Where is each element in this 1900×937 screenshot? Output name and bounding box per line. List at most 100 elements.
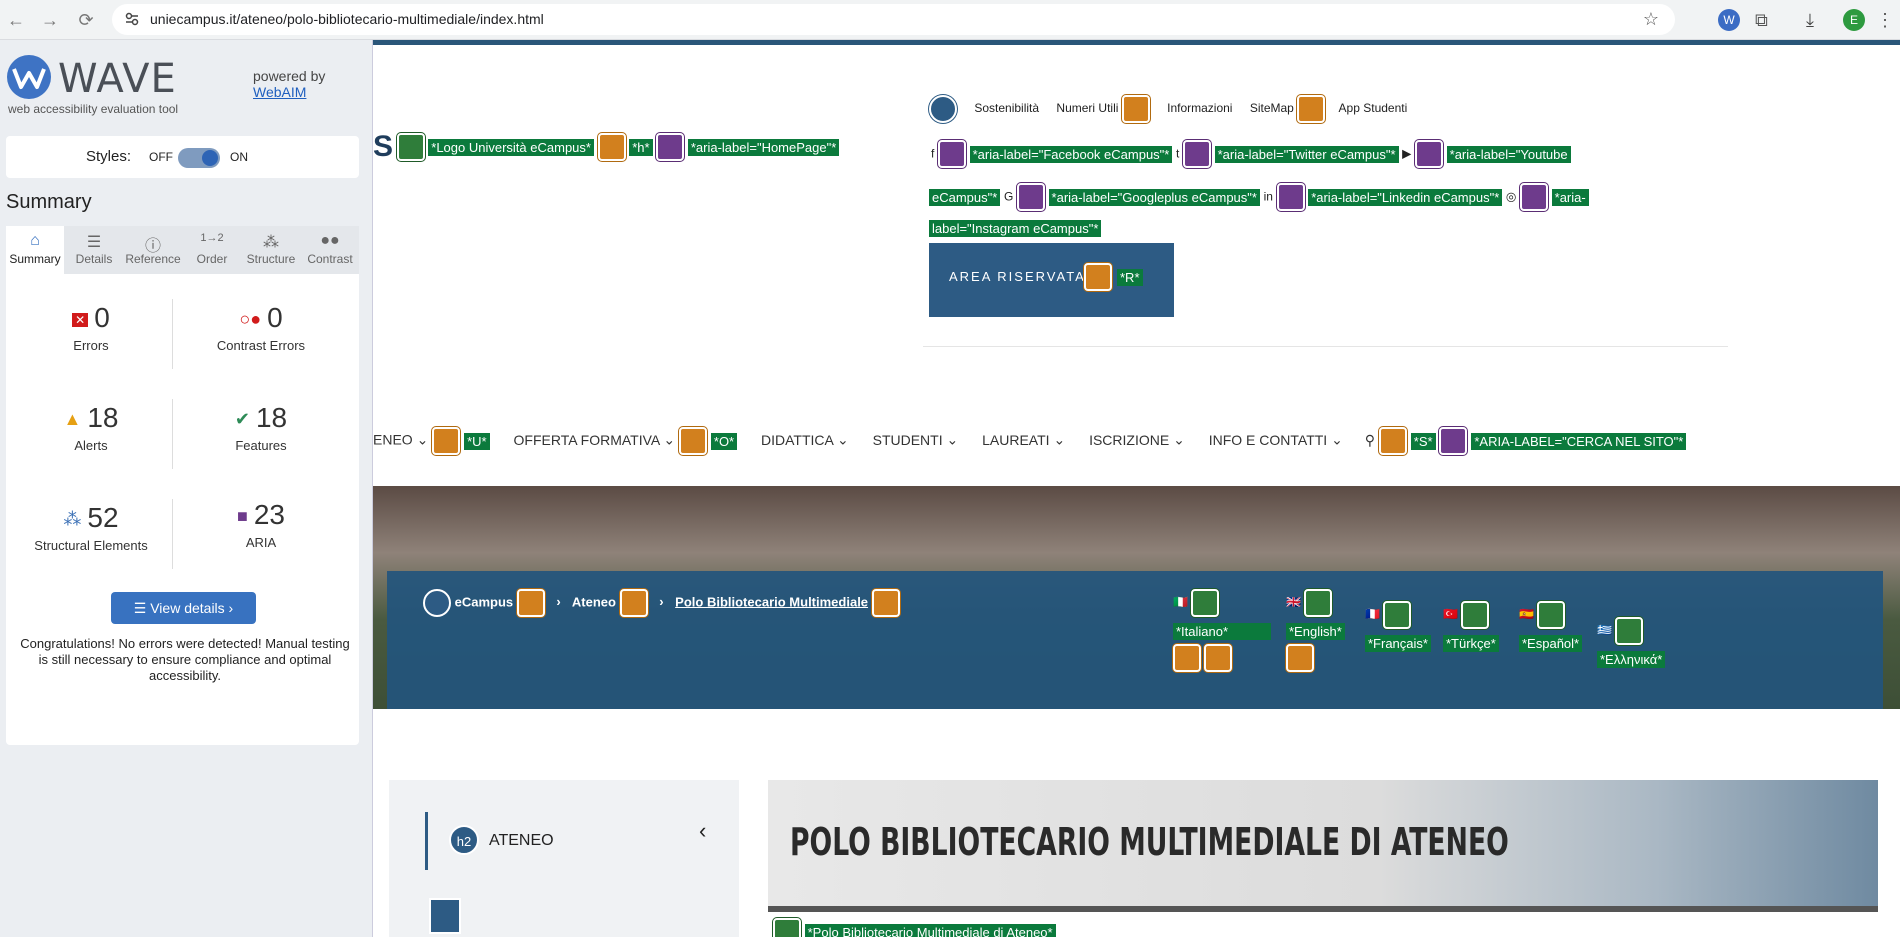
menu-studenti[interactable]: STUDENTI — [873, 432, 943, 448]
util-link-sostenibilita[interactable]: Sostenibilità — [974, 101, 1039, 115]
wave-image-icon[interactable] — [1537, 601, 1566, 629]
wave-alert-icon[interactable] — [1084, 263, 1112, 291]
area-tag: *R* — [1117, 269, 1143, 286]
menu-ateneo[interactable]: ENEO — [373, 432, 413, 448]
contrast-errors-stat[interactable]: ○● 0 Contrast Errors — [176, 302, 346, 353]
powered-by: powered by WebAIM — [253, 68, 325, 100]
wave-aria-icon[interactable] — [1439, 427, 1468, 455]
menu-laureati[interactable]: LAUREATI — [982, 432, 1049, 448]
instagram-icon[interactable]: ◎ — [1506, 189, 1516, 203]
wave-list-icon[interactable] — [423, 589, 451, 617]
wave-alert-icon[interactable] — [1297, 95, 1326, 123]
lang-italiano[interactable]: 🇮🇹 *Italiano* — [1173, 589, 1271, 672]
menu-offerta[interactable]: OFFERTA FORMATIVA — [514, 432, 660, 448]
view-details-button[interactable]: ☰ View details › — [111, 592, 256, 624]
wave-h2-icon[interactable]: h2 — [449, 825, 479, 855]
reload-icon[interactable]: ⟳ — [72, 6, 100, 34]
menu-kebab-icon[interactable]: ⋮ — [1876, 9, 1898, 31]
webaim-link[interactable]: WebAIM — [253, 84, 306, 100]
site-settings-icon[interactable] — [125, 12, 139, 26]
address-bar[interactable]: uniecampus.it/ateneo/polo-bibliotecario-… — [112, 4, 1675, 35]
breadcrumb-current[interactable]: Polo Bibliotecario Multimediale — [675, 594, 868, 609]
util-link-informazioni[interactable]: Informazioni — [1167, 101, 1232, 115]
extensions-puzzle-icon[interactable]: ⧉ — [1755, 9, 1777, 31]
googleplus-icon[interactable]: G — [1004, 189, 1013, 203]
youtube-icon[interactable]: ▶ — [1402, 146, 1411, 160]
menu-didattica[interactable]: DIDATTICA — [761, 432, 833, 448]
lang-greek[interactable]: 🇬🇷 *Ελληνικά* — [1597, 617, 1666, 668]
wave-list-icon[interactable] — [929, 95, 957, 123]
wave-alert-icon[interactable] — [1173, 644, 1201, 672]
wave-image-icon[interactable] — [1191, 589, 1220, 617]
lang-english[interactable]: 🇬🇧 *English* — [1286, 589, 1345, 672]
area-riservata-button[interactable]: AREA RISERVATA *R* — [929, 243, 1174, 317]
lang-espanol[interactable]: 🇪🇸 *Español* — [1519, 601, 1583, 652]
logo-letter[interactable]: S — [373, 130, 393, 163]
bookmark-star-icon[interactable]: ☆ — [1643, 9, 1659, 30]
wave-image-icon[interactable] — [1304, 589, 1333, 617]
wave-image-icon[interactable] — [1615, 617, 1644, 645]
lang-turkce[interactable]: 🇹🇷 *Türkçe* — [1443, 601, 1499, 652]
wave-alert-icon[interactable] — [679, 427, 707, 455]
wave-aria-icon[interactable] — [1520, 183, 1549, 211]
collapse-chevron-icon[interactable]: ‹ — [699, 818, 706, 844]
breadcrumb-ecampus[interactable]: eCampus — [455, 594, 514, 609]
errors-stat[interactable]: ✕ 0 Errors — [6, 302, 176, 353]
wave-aria-icon[interactable] — [1182, 140, 1211, 168]
tab-reference[interactable]: ⓘ Reference — [124, 226, 182, 274]
tab-structure[interactable]: ⁂ Structure — [242, 226, 300, 274]
styles-toggle[interactable] — [178, 148, 220, 168]
aria-count: 23 — [253, 499, 286, 530]
wave-extension-icon[interactable]: W — [1718, 9, 1740, 31]
wave-alert-icon[interactable] — [1378, 427, 1407, 455]
tab-details[interactable]: ☰ Details — [65, 226, 123, 274]
util-link-sitemap[interactable]: SiteMap — [1250, 101, 1294, 115]
structural-stat[interactable]: ⁂ 52 Structural Elements — [6, 502, 176, 553]
util-link-app[interactable]: App Studenti — [1339, 101, 1408, 115]
search-icon[interactable]: ⚲ — [1365, 432, 1375, 448]
wave-aria-icon[interactable] — [937, 140, 966, 168]
breadcrumb-ateneo[interactable]: Ateneo — [572, 594, 616, 609]
menu-info[interactable]: INFO E CONTATTI — [1209, 432, 1327, 448]
util-link-numeri[interactable]: Numeri Utili — [1056, 101, 1118, 115]
tab-order[interactable]: 1→2 Order — [183, 226, 241, 274]
features-stat[interactable]: ✔ 18 Features — [176, 402, 346, 453]
page-banner: POLO BIBLIOTECARIO MULTIMEDIALE DI ATENE… — [768, 780, 1878, 912]
menu-iscrizione[interactable]: ISCRIZIONE — [1089, 432, 1169, 448]
facebook-icon[interactable]: f — [931, 146, 934, 160]
wave-list-element-icon[interactable] — [429, 898, 461, 934]
wave-aria-icon[interactable] — [1276, 183, 1305, 211]
wave-link-icon[interactable] — [396, 133, 425, 161]
wave-alert-icon[interactable] — [516, 589, 545, 617]
tab-contrast[interactable]: ●● Contrast — [301, 226, 359, 274]
banner-alt-row: *Polo Bibliotecario Multimediale di Aten… — [773, 918, 1056, 937]
list-icon: ☰ — [133, 600, 151, 616]
back-icon[interactable]: ← — [2, 6, 30, 34]
wave-alert-icon[interactable] — [1121, 95, 1150, 123]
profile-avatar[interactable]: E — [1843, 9, 1865, 31]
wave-alert-icon[interactable] — [619, 589, 648, 617]
wave-alert-icon[interactable] — [432, 427, 461, 455]
wave-alert-icon[interactable] — [1286, 644, 1314, 672]
banner-alt-tag: *Polo Bibliotecario Multimediale di Aten… — [804, 923, 1056, 937]
alerts-stat[interactable]: ▲ 18 Alerts — [6, 402, 176, 453]
wave-image-icon[interactable] — [773, 918, 801, 937]
wave-aria-icon[interactable] — [1016, 183, 1045, 211]
download-icon[interactable]: ⤓ — [1806, 9, 1828, 31]
tab-summary[interactable]: ⌂ Summary — [6, 226, 64, 274]
wave-aria-icon[interactable] — [1415, 140, 1444, 168]
forward-icon[interactable]: → — [36, 6, 64, 34]
wave-alert-icon[interactable] — [871, 589, 900, 617]
spain-flag-icon: 🇪🇸 — [1519, 607, 1534, 622]
linkedin-icon[interactable]: in — [1264, 189, 1273, 203]
lang-francais[interactable]: 🇫🇷 *Français* — [1365, 601, 1431, 652]
wave-alert-icon[interactable] — [1204, 644, 1233, 672]
twitter-icon[interactable]: t — [1176, 146, 1179, 160]
wave-aria-icon[interactable] — [656, 133, 685, 161]
tab-label: Details — [75, 252, 113, 266]
info-icon: ⓘ — [144, 238, 161, 255]
wave-alert-icon[interactable] — [597, 133, 626, 161]
wave-image-icon[interactable] — [1383, 601, 1412, 629]
aria-stat[interactable]: ■ 23 ARIA — [176, 499, 346, 550]
wave-image-icon[interactable] — [1461, 601, 1490, 629]
